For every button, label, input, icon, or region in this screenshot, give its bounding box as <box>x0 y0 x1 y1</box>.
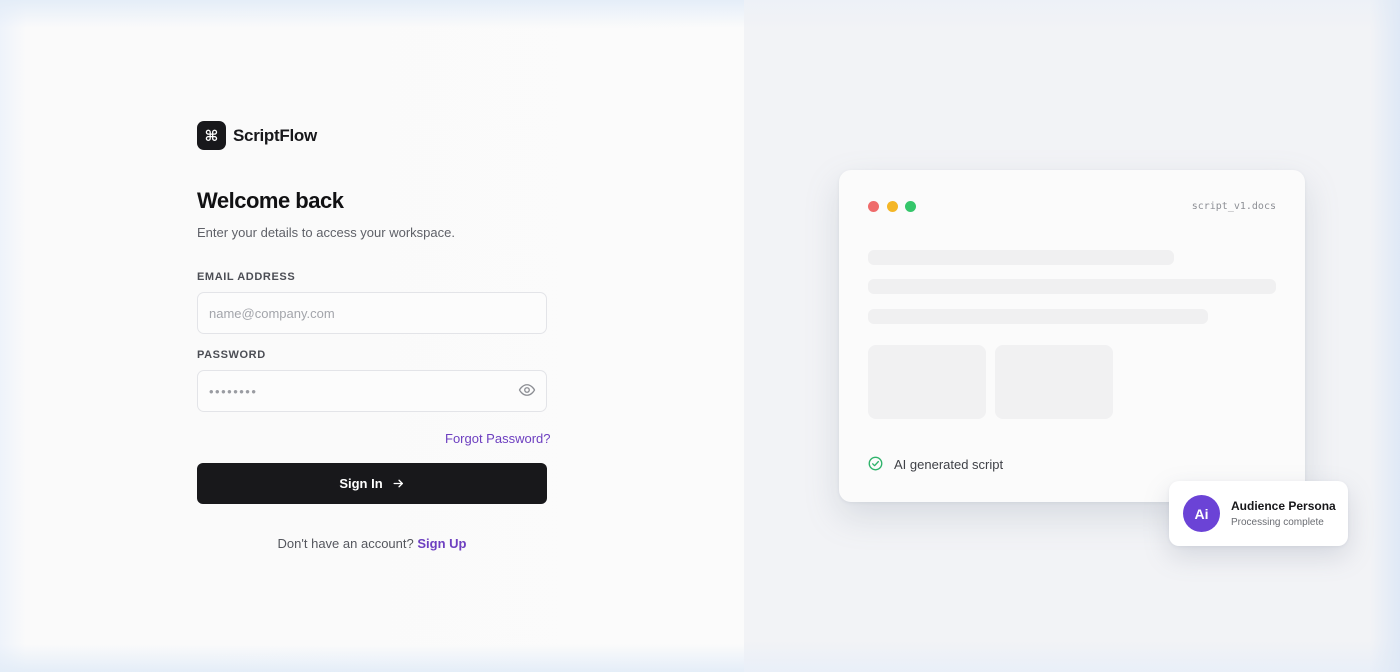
persona-title: Audience Persona <box>1231 499 1336 513</box>
skeleton-block <box>995 345 1113 419</box>
skeleton-block <box>868 345 986 419</box>
persona-status: Processing complete <box>1231 517 1324 528</box>
page-subtitle: Enter your details to access your worksp… <box>197 225 455 240</box>
email-label: EMAIL ADDRESS <box>197 271 296 283</box>
password-field[interactable] <box>197 370 547 412</box>
page-title: Welcome back <box>197 188 344 213</box>
password-label: PASSWORD <box>197 349 266 361</box>
email-field[interactable] <box>197 292 547 334</box>
signup-prompt: Don't have an account? Sign Up <box>197 536 547 551</box>
window-close-dot <box>868 201 879 212</box>
script-preview-card: script_v1.docs AI generated script <box>839 170 1305 502</box>
command-icon: ⌘ <box>197 121 226 150</box>
arrow-right-icon <box>393 479 403 488</box>
brand-name: ScriptFlow <box>233 125 317 145</box>
sign-up-link[interactable]: Sign Up <box>417 536 466 551</box>
avatar: Ai <box>1183 495 1220 532</box>
login-pane <box>0 0 744 672</box>
sign-in-label: Sign In <box>339 476 383 491</box>
check-circle-icon <box>868 456 883 471</box>
preview-filename: script_v1.docs <box>1191 201 1276 212</box>
ai-status-text: AI generated script <box>894 457 1004 472</box>
no-account-text: Don't have an account? <box>277 536 414 551</box>
forgot-password-link[interactable]: Forgot Password? <box>445 431 551 446</box>
eye-icon[interactable] <box>518 381 536 399</box>
brand[interactable]: ⌘ ScriptFlow <box>197 121 317 150</box>
window-minimize-dot <box>887 201 898 212</box>
sign-in-button[interactable]: Sign In <box>197 463 547 504</box>
skeleton-line <box>868 250 1174 265</box>
skeleton-line <box>868 309 1208 324</box>
audience-persona-card: Ai Audience Persona Processing complete <box>1169 481 1348 546</box>
window-maximize-dot <box>905 201 916 212</box>
skeleton-line <box>868 279 1276 294</box>
